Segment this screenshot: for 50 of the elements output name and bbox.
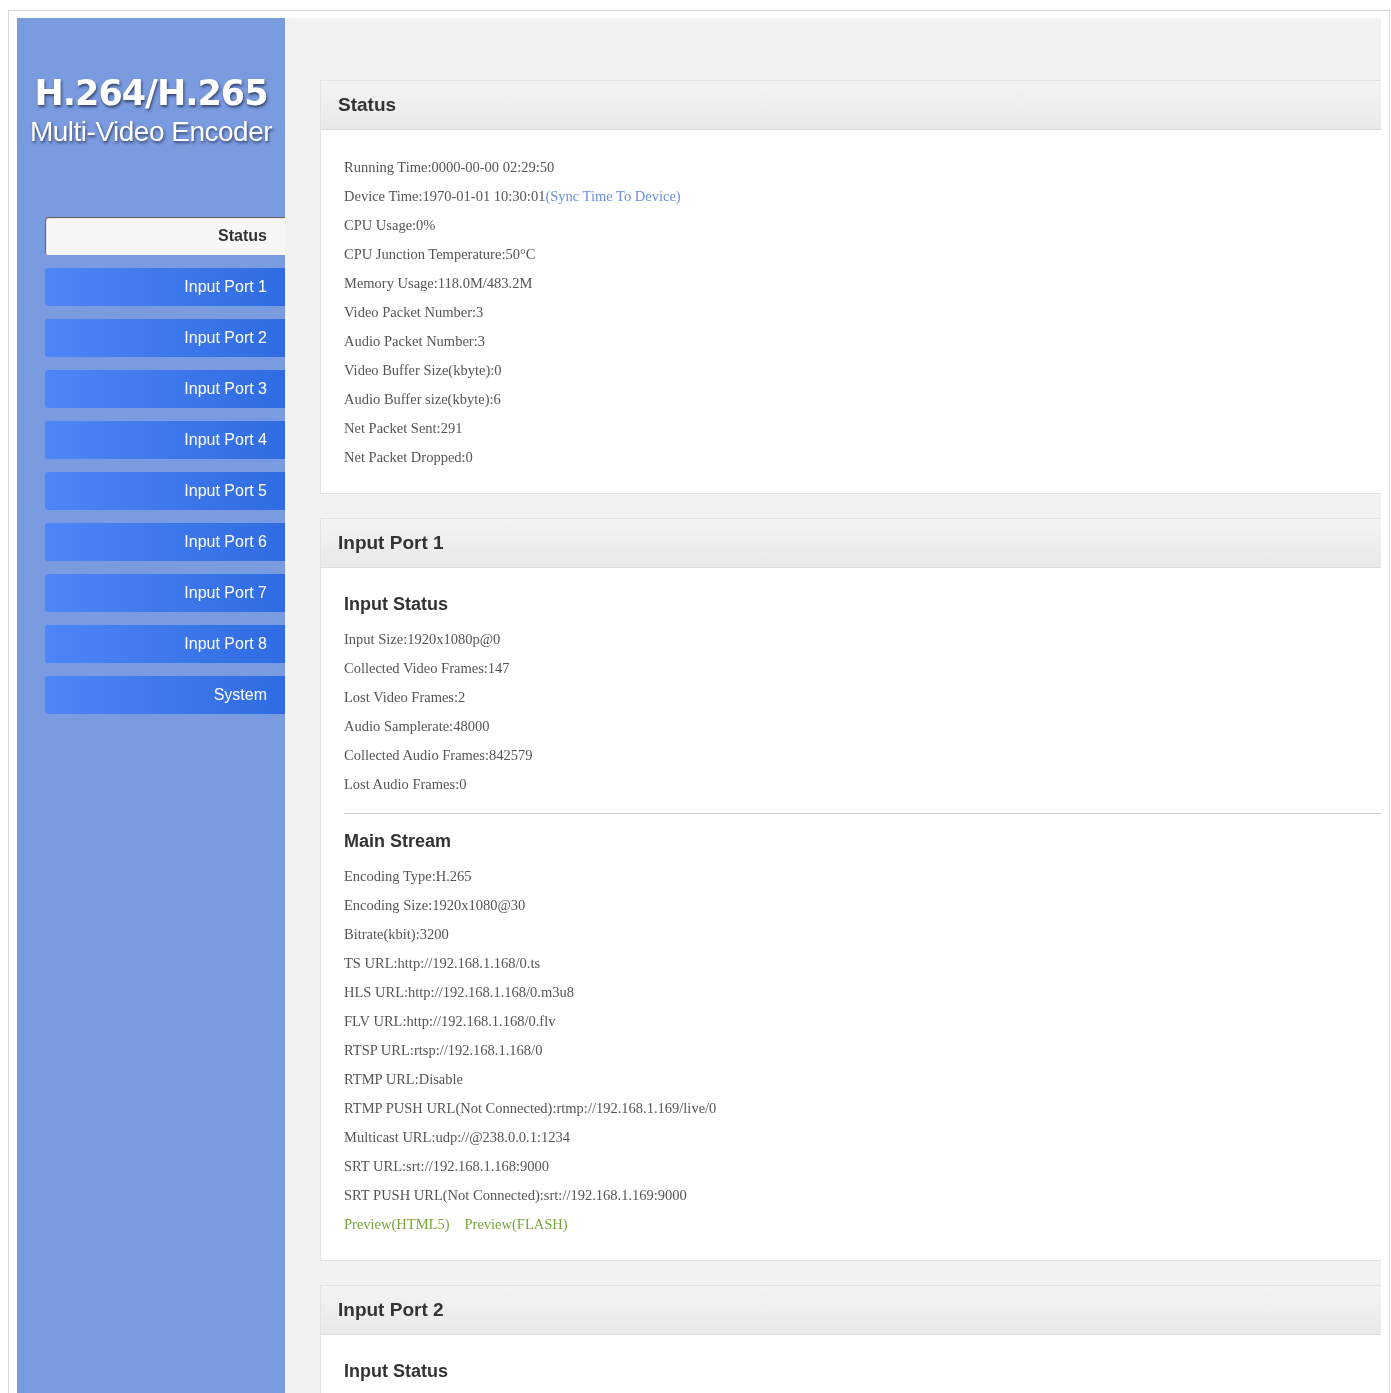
sync-time-link[interactable]: (Sync Time To Device) <box>545 188 681 204</box>
status-line: Lost Audio Frames:0 <box>344 775 468 794</box>
status-line: Collected Video Frames:147 <box>344 659 511 678</box>
nav-item[interactable]: Input Port 5 <box>45 472 285 510</box>
nav-item[interactable]: Input Port 8 <box>45 625 285 663</box>
status-line: HLS URL:http://192.168.1.168/0.m3u8 <box>344 983 575 1002</box>
logo-subtitle: Multi-Video Encoder <box>29 115 273 149</box>
status-line: CPU Usage:0% <box>344 216 437 235</box>
preview-link[interactable]: Preview(HTML5) <box>344 1210 450 1239</box>
status-line: Multicast URL:udp://@238.0.0.1:1234 <box>344 1128 572 1147</box>
status-line: RTSP URL:rtsp://192.168.1.168/0 <box>344 1041 544 1060</box>
status-line: Collected Audio Frames:842579 <box>344 746 534 765</box>
status-line: Net Packet Dropped:0 <box>344 448 474 467</box>
status-line: Audio Buffer size(kbyte):6 <box>344 390 502 409</box>
status-line: SRT URL:srt://192.168.1.168:9000 <box>344 1157 551 1176</box>
status-line: TS URL:http://192.168.1.168/0.ts <box>344 954 542 973</box>
status-line: Audio Samplerate:48000 <box>344 717 491 736</box>
status-line: Running Time:0000-00-00 02:29:50 <box>344 158 556 177</box>
nav-item[interactable]: Input Port 6 <box>45 523 285 561</box>
status-line: Lost Video Frames:2 <box>344 688 467 707</box>
section-title: Input Port 1 <box>321 519 1381 568</box>
status-line: Net Packet Sent:291 <box>344 419 464 438</box>
nav-item[interactable]: Input Port 4 <box>45 421 285 459</box>
status-line: RTMP URL:Disable <box>344 1070 465 1089</box>
nav-item[interactable]: Input Port 2 <box>45 319 285 357</box>
status-line: CPU Junction Temperature:50°C <box>344 245 537 264</box>
subsection-heading: Main Stream <box>344 830 453 853</box>
preview-link[interactable]: Preview(FLASH) <box>464 1210 568 1239</box>
section-title: Status <box>321 81 1381 130</box>
status-line: Audio Packet Number:3 <box>344 332 486 351</box>
status-line: Device Time:1970-01-01 10:30:01 <box>344 188 546 204</box>
nav-item[interactable]: Status <box>45 217 285 255</box>
section-title: Input Port 2 <box>321 1286 1381 1335</box>
status-line: FLV URL:http://192.168.1.168/0.flv <box>344 1012 557 1031</box>
nav-item[interactable]: System <box>45 676 285 714</box>
logo-title: H.264/H.265 <box>34 73 268 113</box>
subsection-heading: Input Status <box>344 593 449 616</box>
subsection-heading: Input Status <box>344 1360 449 1383</box>
status-line: Memory Usage:118.0M/483.2M <box>344 274 534 293</box>
nav-item[interactable]: Input Port 7 <box>45 574 285 612</box>
status-line: Video Buffer Size(kbyte):0 <box>344 361 503 380</box>
status-line: Encoding Size:1920x1080@30 <box>344 896 527 915</box>
status-line: Video Packet Number:3 <box>344 303 485 322</box>
status-line: RTMP PUSH URL(Not Connected):rtmp://192.168.1.169/live/0 <box>344 1099 718 1118</box>
status-line: Bitrate(kbit):3200 <box>344 925 450 944</box>
status-line: Input Size:1920x1080p@0 <box>344 630 502 649</box>
status-line: SRT PUSH URL(Not Connected):srt://192.168.1.169:9000 <box>344 1186 688 1205</box>
nav-item[interactable]: Input Port 3 <box>45 370 285 408</box>
status-line: Encoding Type:H.265 <box>344 867 473 886</box>
nav-item[interactable]: Input Port 1 <box>45 268 285 306</box>
